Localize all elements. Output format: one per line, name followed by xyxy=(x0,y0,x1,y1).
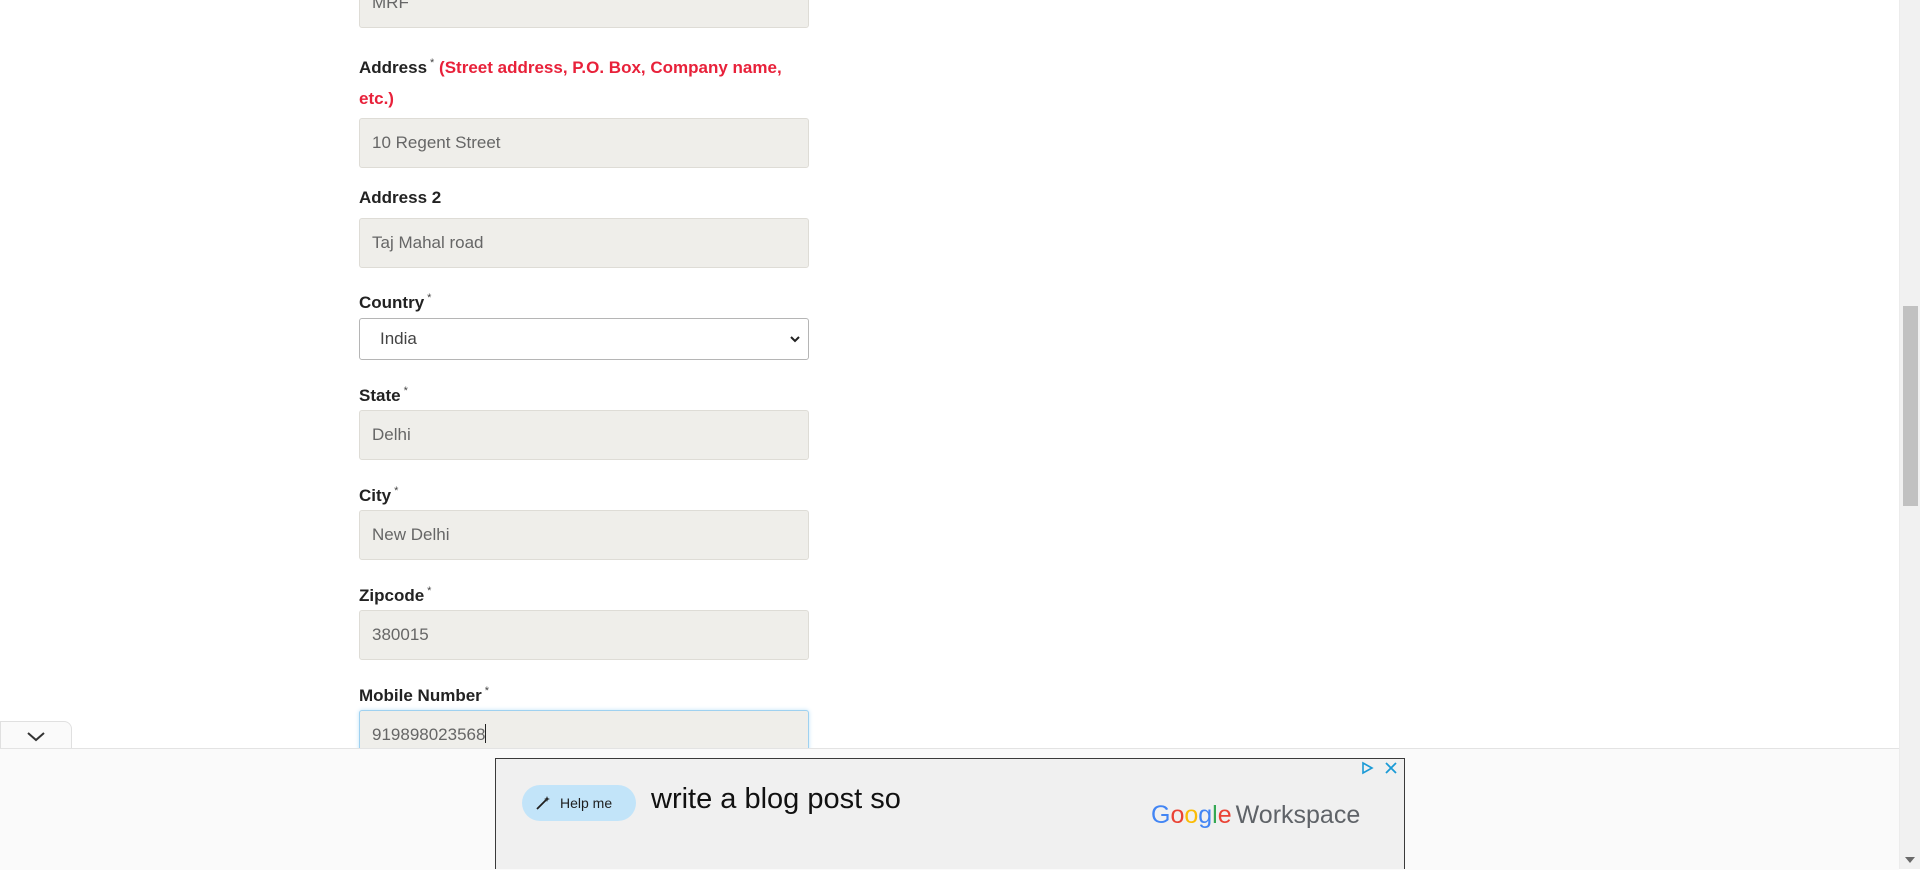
state-input[interactable]: Delhi xyxy=(359,410,809,460)
required-mark: * xyxy=(427,585,432,597)
chevron-down-icon xyxy=(790,336,800,343)
mobile-value: 919898023568 xyxy=(372,725,486,744)
company-input[interactable]: MRF xyxy=(359,0,809,28)
scrollbar-thumb[interactable] xyxy=(1903,306,1918,506)
address2-input[interactable]: Taj Mahal road xyxy=(359,218,809,268)
city-value: New Delhi xyxy=(372,525,450,544)
city-label: City * xyxy=(359,485,399,505)
vertical-scrollbar[interactable] xyxy=(1899,0,1920,869)
country-label: Country * xyxy=(359,292,432,312)
zipcode-input[interactable]: 380015 xyxy=(359,610,809,660)
chevron-down-icon xyxy=(27,732,45,742)
google-workspace-logo: Google Workspace xyxy=(1151,801,1361,829)
scroll-down-arrow-icon[interactable] xyxy=(1905,857,1915,863)
mobile-label: Mobile Number * xyxy=(359,685,490,705)
zipcode-value: 380015 xyxy=(372,625,429,644)
collapse-ad-button[interactable] xyxy=(0,721,72,749)
pen-sparkle-icon xyxy=(536,796,550,810)
country-value: India xyxy=(380,329,417,348)
help-me-button[interactable]: Help me xyxy=(522,785,636,821)
address-input[interactable]: 10 Regent Street xyxy=(359,118,809,168)
address-label: Address * (Street address, P.O. Box, Comp… xyxy=(359,57,782,108)
zipcode-label: Zipcode * xyxy=(359,585,432,605)
ad-banner[interactable]: Help me write a blog post so Google Works… xyxy=(495,758,1405,869)
required-mark: * xyxy=(394,485,399,497)
address-value: 10 Regent Street xyxy=(372,133,501,152)
state-value: Delhi xyxy=(372,425,411,444)
text-caret xyxy=(485,724,487,743)
required-mark: * xyxy=(430,57,435,69)
state-label: State * xyxy=(359,385,408,405)
address2-label: Address 2 xyxy=(359,188,442,207)
required-mark: * xyxy=(403,385,408,397)
ad-headline: write a blog post so xyxy=(651,783,901,815)
ad-choices-icon[interactable] xyxy=(1360,761,1374,775)
required-mark: * xyxy=(484,685,490,697)
close-icon[interactable] xyxy=(1384,761,1398,775)
required-mark: * xyxy=(427,292,432,304)
help-me-label: Help me xyxy=(560,795,613,811)
country-select[interactable]: India xyxy=(359,318,809,360)
company-value: MRF xyxy=(372,0,409,12)
city-input[interactable]: New Delhi xyxy=(359,510,809,560)
address2-value: Taj Mahal road xyxy=(372,233,484,252)
